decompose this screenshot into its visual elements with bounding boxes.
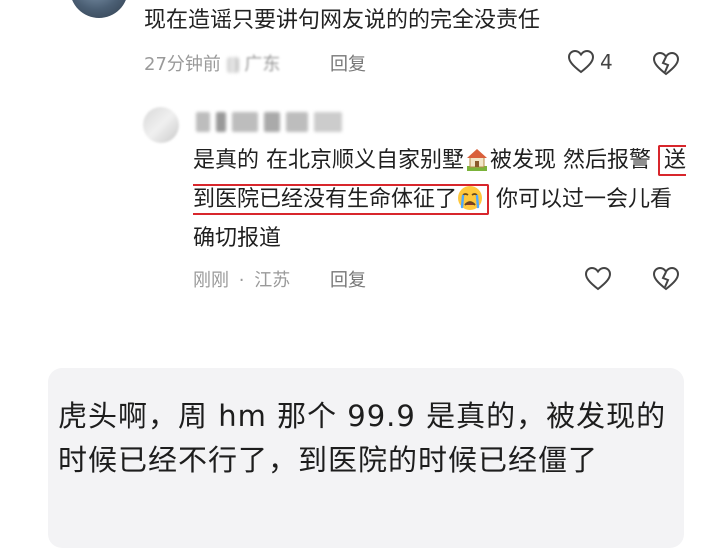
- dislike-heart-icon: [652, 51, 680, 76]
- heart-icon: [584, 266, 612, 291]
- reply-text: 是真的 在北京顺义自家别墅 被发现 然后报警 送到医院已经没有生命体征了 你可以…: [193, 141, 693, 258]
- quoted-message-text: 虎头啊，周 hm 那个 99.9 是真的，被发现的时候已经不行了，到医院的时候已…: [58, 399, 667, 477]
- crying-emoji: [458, 186, 483, 210]
- reply-text-part1: 是真的 在北京顺义自家别墅: [193, 148, 464, 173]
- reply-avatar[interactable]: [143, 107, 179, 143]
- comment-meta: 27分钟前 广东: [144, 50, 280, 76]
- reply-meta: 刚刚 · 江苏: [193, 270, 291, 291]
- house-emoji: [467, 149, 487, 171]
- reply-dislike-button[interactable]: [652, 266, 680, 295]
- heart-icon: [568, 50, 594, 74]
- like-count: 4: [600, 50, 613, 74]
- like-button[interactable]: 4: [568, 50, 613, 74]
- reply-like-button[interactable]: [584, 266, 612, 295]
- reply-username[interactable]: [196, 112, 342, 132]
- comment-time: 27分钟前: [144, 54, 221, 75]
- comment-text: 现在造谣只要讲句网友说的的完全没责任: [144, 8, 541, 33]
- dislike-heart-icon: [652, 266, 680, 291]
- reply-text-part2: 被发现 然后报警: [490, 148, 651, 173]
- dislike-button[interactable]: [652, 51, 680, 80]
- reply-location: 江苏: [254, 270, 291, 291]
- reply-reply-button[interactable]: 回复: [330, 266, 366, 292]
- comment-location: 广东: [244, 54, 281, 75]
- reply-button[interactable]: 回复: [330, 50, 366, 76]
- avatar[interactable]: [70, 0, 128, 18]
- reply-time: 刚刚: [193, 270, 229, 291]
